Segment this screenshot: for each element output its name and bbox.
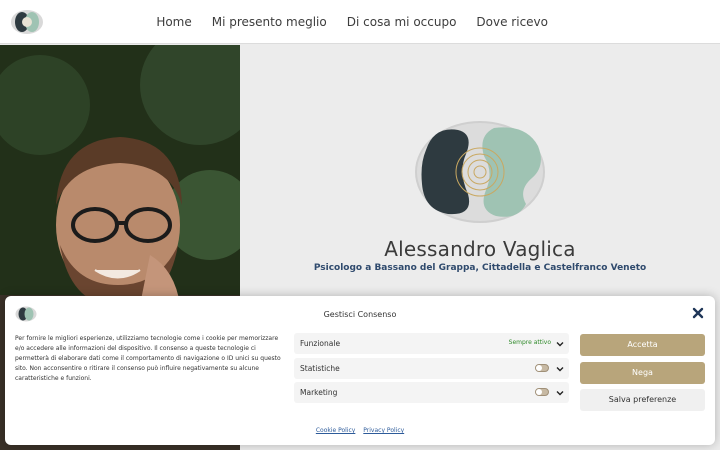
chevron-down-icon[interactable] — [555, 388, 565, 398]
pref-status: Sempre attivo — [508, 339, 551, 346]
deny-button[interactable]: Nega — [580, 361, 705, 384]
pref-label: Statistiche — [300, 363, 340, 373]
main-nav: Home Mi presento meglio Di cosa mi occup… — [156, 0, 548, 44]
nav-about[interactable]: Mi presento meglio — [212, 15, 327, 29]
hero-name: Alessandro Vaglica — [384, 237, 576, 261]
nav-home[interactable]: Home — [156, 15, 191, 29]
pref-functional[interactable]: Funzionale Sempre attivo — [294, 333, 569, 354]
consent-preferences: Funzionale Sempre attivo Statistiche Mar… — [294, 333, 569, 407]
accept-button[interactable]: Accetta — [580, 334, 705, 356]
hero-subtitle: Psicologo a Bassano del Grappa, Cittadel… — [313, 263, 647, 273]
pref-marketing[interactable]: Marketing — [294, 382, 569, 403]
cookie-consent-dialog: Gestisci Consenso Per fornire le miglior… — [5, 296, 715, 445]
cookie-policy-link[interactable]: Cookie Policy — [316, 427, 356, 434]
consent-text: Per fornire le migliori esperienze, util… — [15, 335, 281, 382]
pref-toggle[interactable] — [535, 388, 549, 396]
brand-logo-icon — [415, 121, 545, 223]
close-icon[interactable] — [691, 306, 705, 320]
pref-label: Marketing — [300, 388, 338, 397]
nav-services[interactable]: Di cosa mi occupo — [347, 15, 457, 29]
pref-statistics[interactable]: Statistiche — [294, 357, 569, 379]
pref-toggle[interactable] — [535, 363, 549, 372]
nav-location[interactable]: Dove ricevo — [476, 15, 548, 29]
consent-links: Cookie Policy Privacy Policy — [5, 427, 715, 434]
site-logo-icon[interactable] — [10, 9, 44, 35]
chevron-down-icon[interactable] — [555, 364, 565, 374]
consent-buttons: Accetta Nega Salva preferenze — [580, 334, 705, 417]
site-header: Home Mi presento meglio Di cosa mi occup… — [0, 0, 720, 44]
chevron-down-icon[interactable] — [555, 339, 565, 349]
save-preferences-button[interactable]: Salva preferenze — [580, 389, 705, 411]
privacy-policy-link[interactable]: Privacy Policy — [363, 427, 404, 434]
pref-label: Funzionale — [300, 339, 341, 348]
consent-title: Gestisci Consenso — [323, 310, 397, 319]
